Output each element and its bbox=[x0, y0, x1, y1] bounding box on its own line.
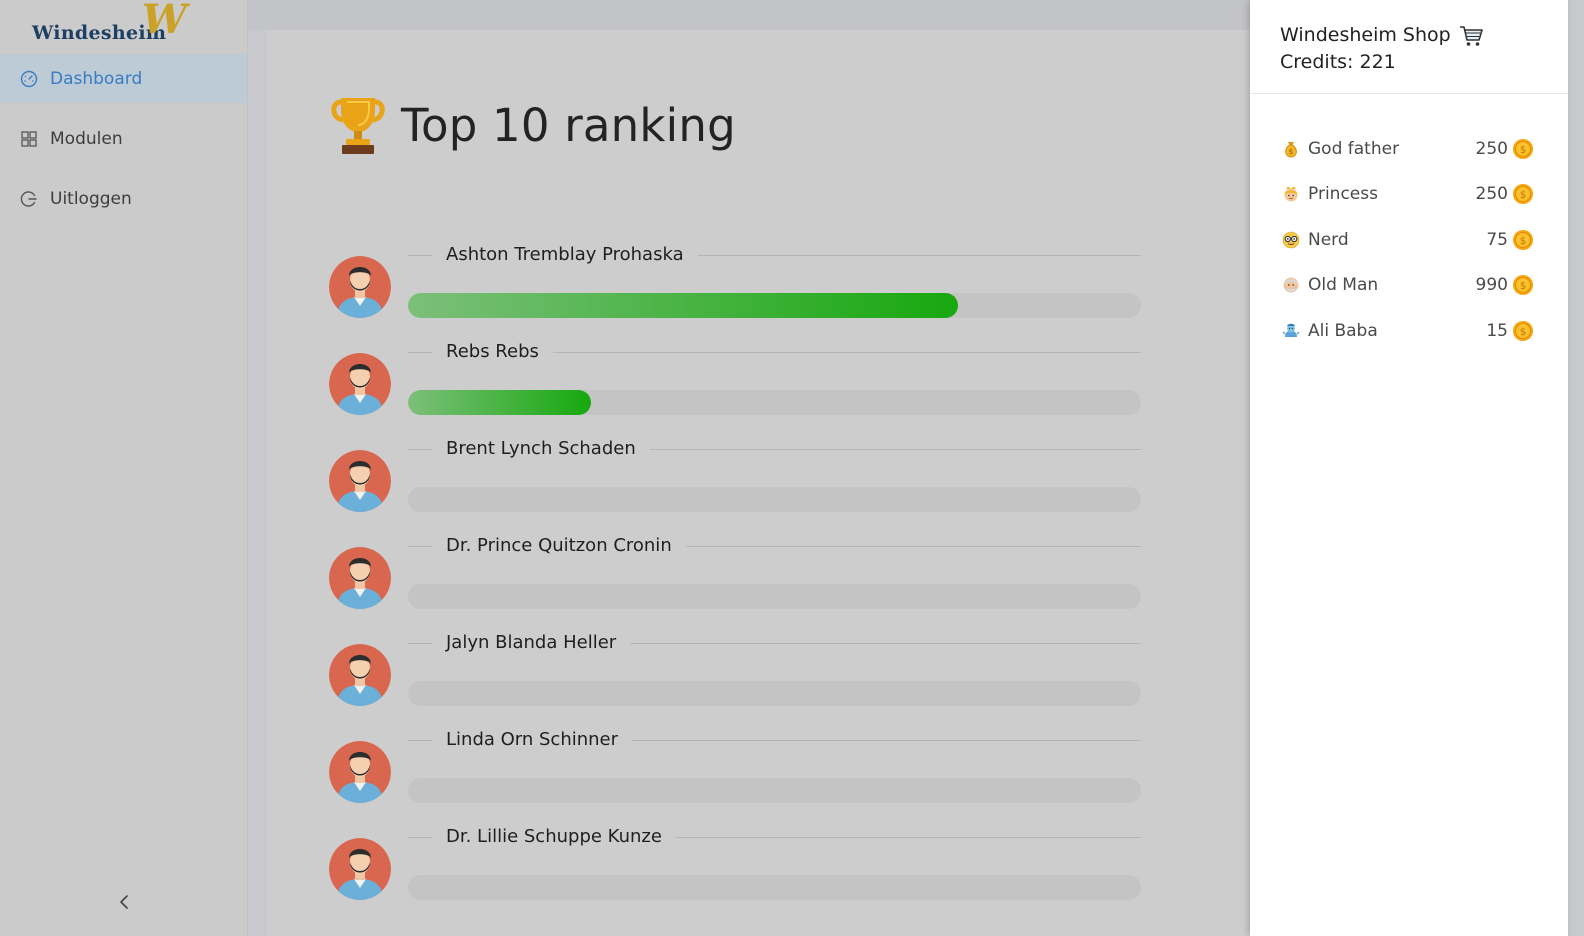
sidebar-item-label: Dashboard bbox=[50, 68, 143, 89]
credits-label: Credits: 221 bbox=[1280, 51, 1396, 73]
shop-item-princess[interactable]: Princess 250 $ bbox=[1250, 172, 1568, 218]
gold-coin-icon: $ bbox=[1512, 138, 1534, 160]
svg-text:$: $ bbox=[1520, 145, 1526, 156]
sidebar: Windesheim W Dashboard Modulen Uitloggen bbox=[0, 0, 248, 936]
shop-item-price: 250 bbox=[1475, 138, 1508, 159]
shop-item-name: God father bbox=[1308, 138, 1400, 159]
progress-bar bbox=[408, 487, 1141, 512]
svg-text:$: $ bbox=[1520, 327, 1526, 338]
gold-coin-icon: $ bbox=[1512, 274, 1534, 296]
princess-emoji-icon bbox=[1282, 185, 1300, 203]
progress-bar bbox=[408, 584, 1141, 609]
shop-item-price: 15 bbox=[1486, 320, 1508, 341]
money-bag-emoji-icon: $ bbox=[1282, 140, 1300, 158]
avatar bbox=[329, 256, 391, 318]
grid-icon bbox=[20, 130, 38, 148]
shop-item-price: 250 bbox=[1475, 184, 1508, 205]
sidebar-collapse-button[interactable] bbox=[114, 892, 134, 916]
ranking-name: Linda Orn Schinner bbox=[432, 729, 633, 751]
ranking-row: Jalyn Blanda Heller bbox=[329, 632, 1141, 706]
sidebar-item-label: Modulen bbox=[50, 128, 123, 149]
shop-item-ali-baba[interactable]: Ali Baba 15 $ bbox=[1250, 308, 1568, 354]
progress-bar bbox=[408, 778, 1141, 803]
chevron-left-icon bbox=[118, 893, 130, 915]
logo[interactable]: Windesheim W bbox=[0, 0, 247, 54]
ranking-name: Rebs Rebs bbox=[432, 341, 553, 363]
shop-item-name: Nerd bbox=[1308, 229, 1349, 250]
trophy-icon bbox=[329, 94, 387, 156]
old-man-emoji-icon bbox=[1282, 276, 1300, 294]
avatar bbox=[329, 644, 391, 706]
speedometer-icon bbox=[20, 70, 38, 88]
shop-panel: Windesheim Shop Credits: 221 $ God fathe… bbox=[1250, 0, 1568, 936]
shop-item-name: Old Man bbox=[1308, 275, 1379, 296]
ranking-name: Dr. Prince Quitzon Cronin bbox=[432, 535, 686, 557]
progress-bar bbox=[408, 293, 1141, 318]
shop-item-name: Princess bbox=[1308, 184, 1378, 205]
gold-coin-icon: $ bbox=[1512, 229, 1534, 251]
shop-list: $ God father 250 $ Princess 250 $ Nerd 7… bbox=[1250, 94, 1568, 354]
progress-bar-fill bbox=[408, 293, 958, 318]
avatar bbox=[329, 741, 391, 803]
svg-text:$: $ bbox=[1520, 190, 1526, 201]
avatar bbox=[329, 838, 391, 900]
shop-item-old-man[interactable]: Old Man 990 $ bbox=[1250, 263, 1568, 309]
ranking-row: Rebs Rebs bbox=[329, 341, 1141, 415]
logo-mark: W bbox=[142, 0, 187, 43]
ranking-row: Dr. Lillie Schuppe Kunze bbox=[329, 826, 1141, 900]
shop-item-price: 990 bbox=[1475, 275, 1508, 296]
progress-bar bbox=[408, 875, 1141, 900]
top-header-strip bbox=[248, 0, 1250, 30]
avatar bbox=[329, 353, 391, 415]
ranking-name: Dr. Lillie Schuppe Kunze bbox=[432, 826, 676, 848]
progress-bar bbox=[408, 390, 1141, 415]
shop-item-price: 75 bbox=[1486, 229, 1508, 250]
page-heading: Top 10 ranking bbox=[329, 94, 736, 156]
sidebar-item-uitloggen[interactable]: Uitloggen bbox=[0, 174, 247, 223]
sidebar-item-dashboard[interactable]: Dashboard bbox=[0, 54, 247, 103]
shopping-cart-icon[interactable] bbox=[1459, 25, 1483, 47]
shop-item-nerd[interactable]: Nerd 75 $ bbox=[1250, 217, 1568, 263]
gold-coin-icon: $ bbox=[1512, 320, 1534, 342]
main-content: Top 10 ranking Ashton Tremblay Prohaska R… bbox=[267, 30, 1250, 936]
ranking-row: Brent Lynch Schaden bbox=[329, 438, 1141, 512]
progress-bar-fill bbox=[408, 390, 592, 415]
ranking-row: Ashton Tremblay Prohaska bbox=[329, 244, 1141, 318]
ranking-row: Linda Orn Schinner bbox=[329, 729, 1141, 803]
ranking-row: Dr. Prince Quitzon Cronin bbox=[329, 535, 1141, 609]
shop-header: Windesheim Shop Credits: 221 bbox=[1250, 0, 1568, 94]
ranking-name: Brent Lynch Schaden bbox=[432, 438, 650, 460]
sidebar-item-modulen[interactable]: Modulen bbox=[0, 114, 247, 163]
sidebar-item-label: Uitloggen bbox=[50, 188, 132, 209]
logout-icon bbox=[20, 190, 38, 208]
shop-item-name: Ali Baba bbox=[1308, 320, 1378, 341]
nerd-emoji-icon bbox=[1282, 231, 1300, 249]
shop-title-row: Windesheim Shop bbox=[1280, 22, 1568, 49]
avatar bbox=[329, 547, 391, 609]
ranking-name: Ashton Tremblay Prohaska bbox=[432, 244, 698, 266]
ranking-name: Jalyn Blanda Heller bbox=[432, 632, 631, 654]
shop-item-god-father[interactable]: $ God father 250 $ bbox=[1250, 126, 1568, 172]
progress-bar bbox=[408, 681, 1141, 706]
svg-text:$: $ bbox=[1520, 281, 1526, 292]
page-title: Top 10 ranking bbox=[401, 98, 736, 152]
genie-emoji-icon bbox=[1282, 322, 1300, 340]
avatar bbox=[329, 450, 391, 512]
svg-text:$: $ bbox=[1520, 236, 1526, 247]
shop-title: Windesheim Shop bbox=[1280, 24, 1451, 46]
svg-text:$: $ bbox=[1289, 148, 1293, 156]
gold-coin-icon: $ bbox=[1512, 183, 1534, 205]
